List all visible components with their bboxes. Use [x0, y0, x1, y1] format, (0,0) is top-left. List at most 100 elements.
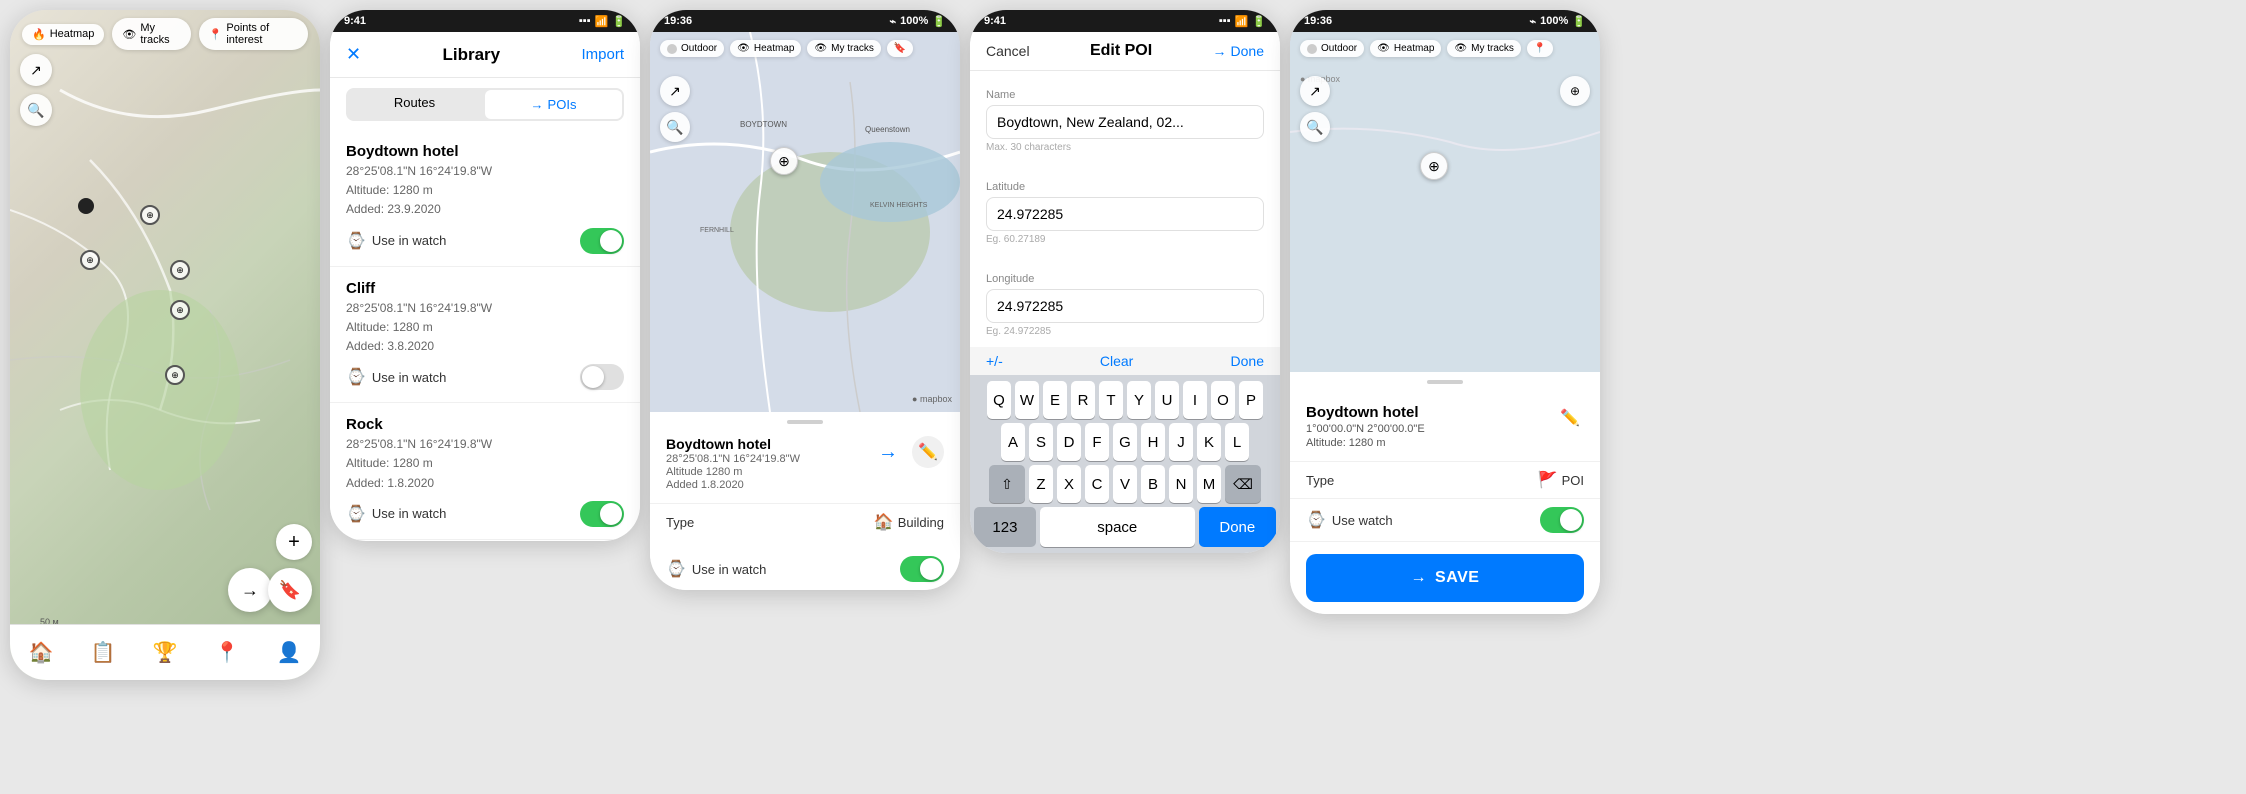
key-o[interactable]: O	[1211, 381, 1235, 419]
poi-marker-5[interactable]: ⊕	[1420, 152, 1448, 180]
poi-1-use-watch-row: ⌚ Use in watch	[346, 228, 624, 254]
bookmark-button[interactable]: 🔖	[268, 568, 312, 612]
kbd-done-button[interactable]: Done	[1231, 353, 1264, 369]
routes-tab[interactable]: Routes	[346, 88, 483, 121]
poi-btn[interactable]: 📍 Points of interest	[199, 18, 308, 50]
key-d[interactable]: D	[1057, 423, 1081, 461]
search-icon-5[interactable]: 🔍	[1300, 112, 1330, 142]
poi-icon-5[interactable]: 📍	[1527, 40, 1553, 57]
key-l[interactable]: L	[1225, 423, 1249, 461]
poi-2-toggle[interactable]	[580, 364, 624, 390]
navigate-poi-button[interactable]: →	[872, 436, 904, 468]
status-icons-4: ▪▪▪ 📶 🔋	[1219, 15, 1266, 28]
poi-marker-1[interactable]: ⊕	[140, 205, 160, 225]
heatmap-btn[interactable]: 🔥 Heatmap	[22, 24, 104, 45]
key-i[interactable]: I	[1183, 381, 1207, 419]
key-e[interactable]: E	[1043, 381, 1067, 419]
key-shift[interactable]: ⇧	[989, 465, 1025, 503]
sheet-toggle[interactable]	[900, 556, 944, 582]
key-w[interactable]: W	[1015, 381, 1039, 419]
lat-input[interactable]	[986, 197, 1264, 231]
signal-icon-4: ▪▪▪	[1219, 15, 1231, 27]
import-button[interactable]: Import	[581, 46, 624, 63]
poi-1-use-watch-label: ⌚ Use in watch	[346, 231, 446, 251]
outdoor-icon-5	[1307, 44, 1317, 54]
poi-item-3: Rock 28°25'08.1"N 16°24'19.8"W Altitude:…	[330, 404, 640, 540]
poi-marker-4[interactable]: ⊕	[170, 300, 190, 320]
key-r[interactable]: R	[1071, 381, 1095, 419]
poi-1-toggle[interactable]	[580, 228, 624, 254]
poi-map-marker-3[interactable]: ⊕	[770, 147, 798, 175]
screen4-edit-poi: 9:41 ▪▪▪ 📶 🔋 Cancel Edit POI → Done Name…	[970, 10, 1280, 553]
save-button[interactable]: → SAVE	[1306, 554, 1584, 602]
key-123[interactable]: 123	[974, 507, 1036, 547]
key-c[interactable]: C	[1085, 465, 1109, 503]
screen3-map-sheet: 19:36 ⌁ 100% 🔋 BOYDTOWN Queenstown FERNH…	[650, 10, 960, 590]
compass-icon-5[interactable]: ⊕	[1560, 76, 1590, 106]
key-y[interactable]: Y	[1127, 381, 1151, 419]
poi-3-toggle[interactable]	[580, 501, 624, 527]
library-header: ✕ Library Import	[330, 32, 640, 78]
key-b[interactable]: B	[1141, 465, 1165, 503]
my-tracks-btn-3[interactable]: 👁 My tracks	[807, 40, 880, 57]
heatmap-label: Heatmap	[50, 28, 95, 40]
close-button[interactable]: ✕	[346, 44, 361, 65]
tab-location[interactable]: 📍	[207, 636, 248, 669]
plus-minus-button[interactable]: +/-	[986, 353, 1003, 369]
clear-button[interactable]: Clear	[1100, 353, 1133, 369]
poi-marker-5[interactable]: ⊕	[165, 365, 185, 385]
poi-3-use-watch-row: ⌚ Use in watch	[346, 501, 624, 527]
key-done[interactable]: Done	[1199, 507, 1276, 547]
svg-text:FERNHILL: FERNHILL	[700, 227, 734, 234]
tab-trophy[interactable]: 🏆	[145, 636, 186, 669]
key-p[interactable]: P	[1239, 381, 1263, 419]
key-j[interactable]: J	[1169, 423, 1193, 461]
battery-icon-5: 🔋	[1572, 15, 1586, 28]
key-m[interactable]: M	[1197, 465, 1221, 503]
outdoor-btn-5[interactable]: Outdoor	[1300, 40, 1364, 57]
zoom-plus-button[interactable]: +	[276, 524, 312, 560]
my-tracks-btn-5[interactable]: 👁 My tracks	[1447, 40, 1520, 57]
key-u[interactable]: U	[1155, 381, 1179, 419]
detail-edit-button[interactable]: ✏️	[1556, 404, 1584, 432]
edit-poi-button[interactable]: ✏️	[912, 436, 944, 468]
poi-marker-3[interactable]: ⊕	[170, 260, 190, 280]
nav-icon-3[interactable]: ↗	[660, 76, 690, 106]
poi-bookmark-btn[interactable]: 🔖	[887, 40, 913, 57]
heatmap-btn-3[interactable]: 👁 Heatmap	[730, 40, 801, 57]
tab-home[interactable]: 🏠	[21, 636, 62, 669]
navigate-button[interactable]: →	[228, 568, 272, 612]
cancel-button[interactable]: Cancel	[986, 43, 1030, 59]
key-k[interactable]: K	[1197, 423, 1221, 461]
my-tracks-btn[interactable]: 👁 My tracks	[112, 18, 190, 50]
tab-list[interactable]: 📋	[83, 636, 124, 669]
key-x[interactable]: X	[1057, 465, 1081, 503]
lon-input[interactable]	[986, 289, 1264, 323]
key-a[interactable]: A	[1001, 423, 1025, 461]
key-z[interactable]: Z	[1029, 465, 1053, 503]
pois-tab[interactable]: → POIs	[485, 90, 622, 119]
poi-marker-2[interactable]: ⊕	[80, 250, 100, 270]
key-t[interactable]: T	[1099, 381, 1123, 419]
key-h[interactable]: H	[1141, 423, 1165, 461]
done-button[interactable]: → Done	[1213, 43, 1264, 59]
heatmap-btn-5[interactable]: 👁 Heatmap	[1370, 40, 1441, 57]
key-g[interactable]: G	[1113, 423, 1137, 461]
nav-arrow-icon[interactable]: ↗	[20, 54, 52, 86]
key-n[interactable]: N	[1169, 465, 1193, 503]
key-s[interactable]: S	[1029, 423, 1053, 461]
tab-profile[interactable]: 👤	[269, 636, 310, 669]
search-icon-3[interactable]: 🔍	[660, 112, 690, 142]
key-q[interactable]: Q	[987, 381, 1011, 419]
key-delete[interactable]: ⌫	[1225, 465, 1261, 503]
sheet-type-row: Type 🏠 Building	[650, 503, 960, 540]
outdoor-btn-3[interactable]: Outdoor	[660, 40, 724, 57]
tracks-icon-3: 👁	[814, 43, 827, 54]
key-space[interactable]: space	[1040, 507, 1195, 547]
detail-toggle[interactable]	[1540, 507, 1584, 533]
search-icon[interactable]: 🔍	[20, 94, 52, 126]
key-v[interactable]: V	[1113, 465, 1137, 503]
nav-icon-5[interactable]: ↗	[1300, 76, 1330, 106]
key-f[interactable]: F	[1085, 423, 1109, 461]
name-input[interactable]	[986, 105, 1264, 139]
